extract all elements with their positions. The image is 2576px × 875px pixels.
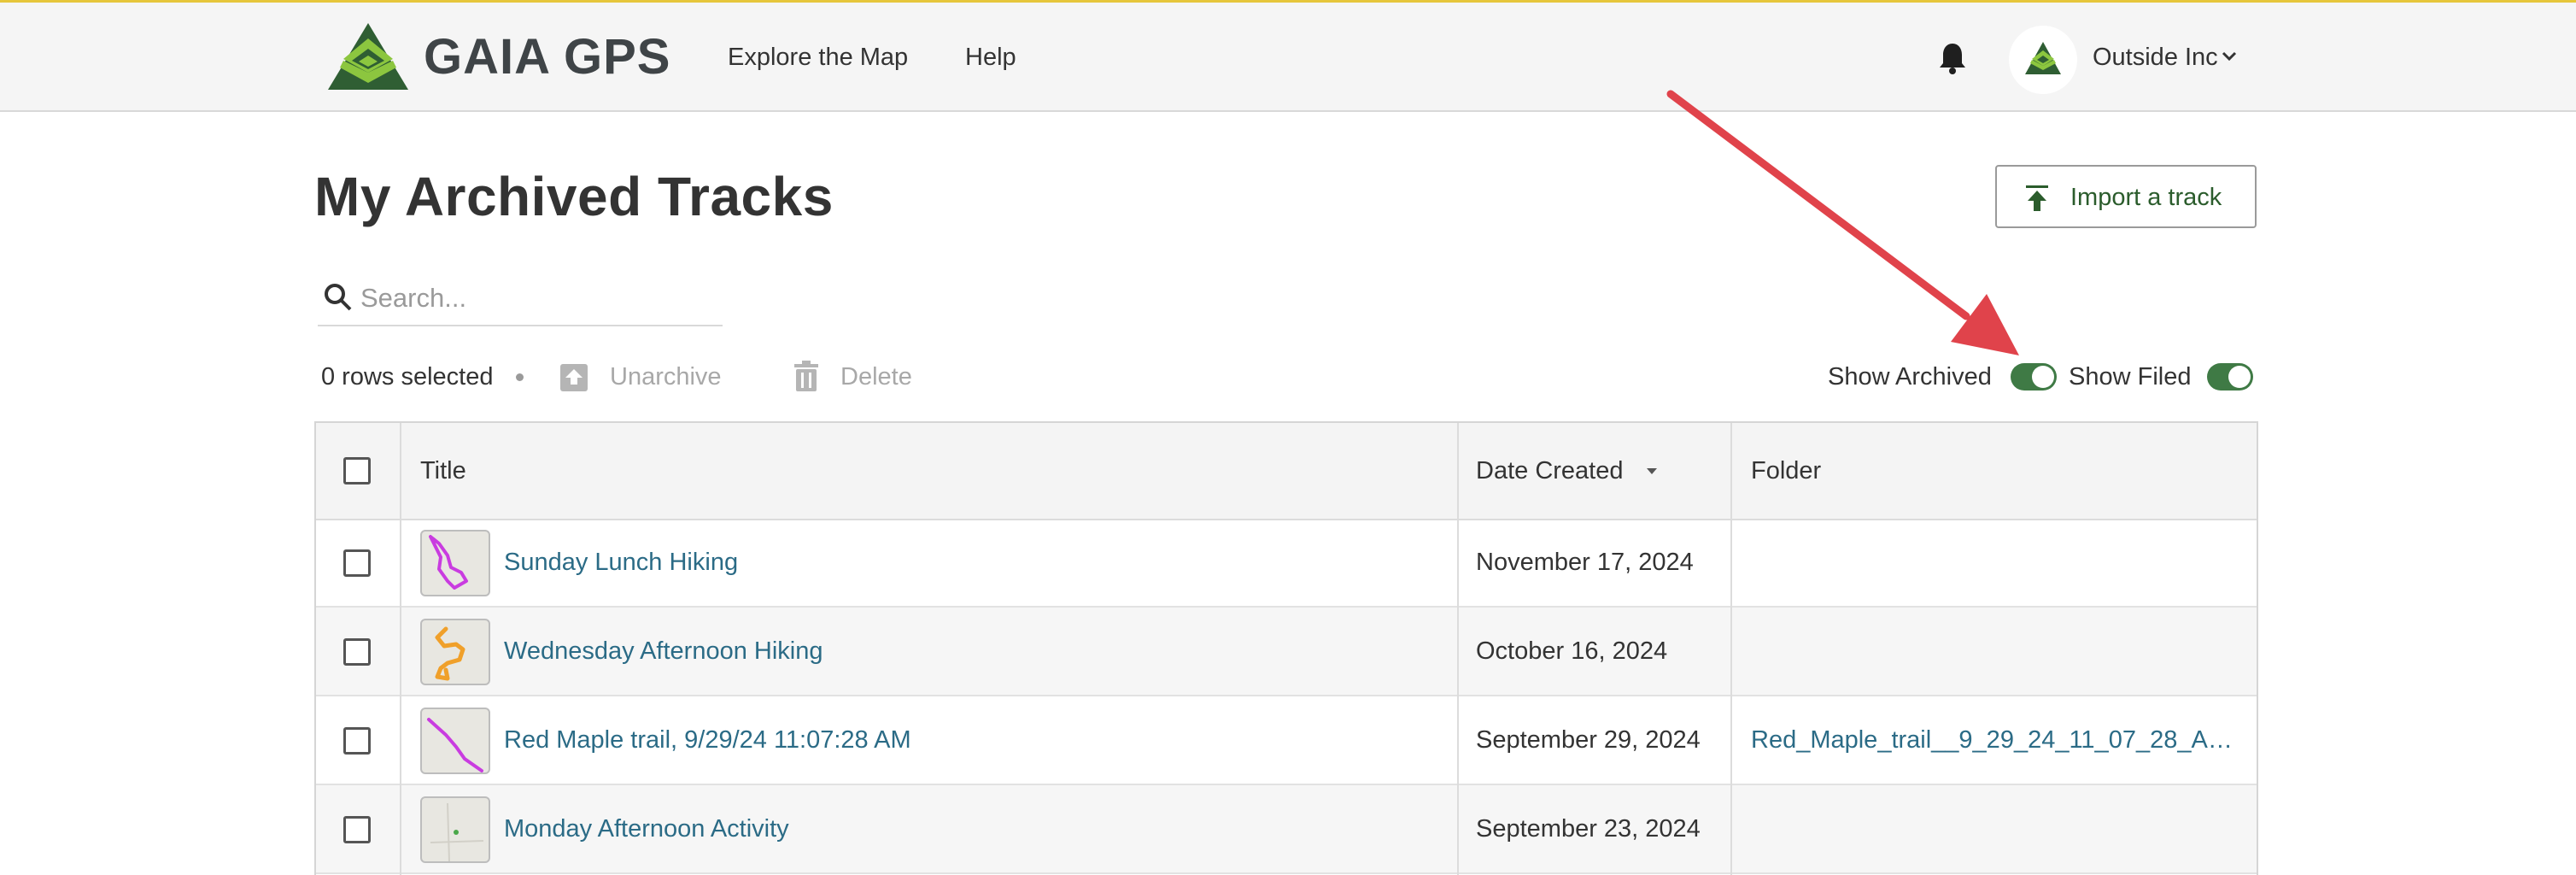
column-header-folder[interactable]: Folder	[1751, 423, 1821, 519]
separator-dot	[516, 373, 524, 381]
show-filed-toggle[interactable]	[2207, 363, 2253, 391]
row-checkbox[interactable]	[343, 638, 371, 666]
track-map-icon	[430, 802, 484, 861]
track-folder-link[interactable]	[1751, 633, 2239, 669]
row-checkbox[interactable]	[343, 549, 371, 577]
gaia-logo-icon[interactable]	[326, 21, 410, 91]
track-thumbnail[interactable]	[420, 708, 490, 774]
track-thumbnail[interactable]	[420, 530, 490, 596]
track-date: September 23, 2024	[1476, 815, 1701, 843]
import-track-button[interactable]: Import a track	[1995, 165, 2257, 228]
search-input[interactable]	[360, 279, 719, 318]
tracks-table: Title Date Created Folder Sunday Lunch H…	[314, 421, 2258, 875]
toggle-knob	[2228, 366, 2251, 388]
import-track-label: Import a track	[2070, 184, 2222, 211]
row-checkbox[interactable]	[343, 727, 371, 755]
rows-selected-count: 0 rows selected	[321, 363, 494, 391]
track-date: September 29, 2024	[1476, 726, 1701, 754]
table-row[interactable]: Wednesday Afternoon Hiking October 16, 2…	[316, 608, 2257, 696]
track-date: November 17, 2024	[1476, 549, 1694, 576]
track-thumbnail[interactable]	[420, 619, 490, 685]
track-title-link[interactable]: Wednesday Afternoon Hiking	[504, 633, 823, 669]
table-row[interactable]: Red Maple trail, 9/29/24 11:07:28 AM Sep…	[316, 696, 2257, 785]
track-folder-link[interactable]	[1751, 544, 2239, 580]
sort-down-icon[interactable]	[1645, 467, 1659, 476]
bell-icon[interactable]	[1937, 41, 1968, 75]
table-header: Title Date Created Folder	[316, 423, 2257, 520]
column-divider	[1730, 423, 1732, 875]
gaia-avatar-icon	[2025, 42, 2061, 74]
top-header: GAIA GPS Explore the Map Help Outside In…	[0, 3, 2576, 112]
delete-button[interactable]: Delete	[840, 360, 912, 394]
search-icon	[325, 284, 352, 311]
select-all-checkbox[interactable]	[343, 457, 371, 484]
search-box	[318, 272, 723, 326]
column-header-date[interactable]: Date Created	[1476, 423, 1624, 519]
user-menu-name[interactable]: Outside Inc	[2093, 40, 2218, 74]
row-checkbox[interactable]	[343, 816, 371, 843]
track-map-icon	[427, 718, 483, 772]
track-folder-link[interactable]: Red_Maple_trail__9_29_24_11_07_28_AM_g..…	[1751, 722, 2239, 758]
unarchive-button[interactable]: Unarchive	[610, 360, 722, 394]
track-thumbnail[interactable]	[420, 796, 490, 863]
avatar[interactable]	[2009, 26, 2077, 94]
column-header-title[interactable]: Title	[420, 423, 466, 519]
column-divider	[400, 423, 401, 875]
track-title-link[interactable]: Red Maple trail, 9/29/24 11:07:28 AM	[504, 722, 911, 758]
show-filed-label: Show Filed	[2069, 363, 2192, 391]
table-row[interactable]: Monday Afternoon Activity September 23, …	[316, 785, 2257, 874]
nav-help[interactable]: Help	[965, 40, 1016, 74]
track-title-link[interactable]: Sunday Lunch Hiking	[504, 544, 738, 580]
brand-name[interactable]: GAIA GPS	[424, 25, 670, 90]
page-title: My Archived Tracks	[314, 166, 834, 227]
nav-explore-map[interactable]: Explore the Map	[728, 40, 908, 74]
trash-icon[interactable]	[791, 359, 822, 393]
show-archived-label: Show Archived	[1828, 363, 1992, 391]
track-title-link[interactable]: Monday Afternoon Activity	[504, 811, 789, 847]
chevron-down-icon[interactable]	[2221, 50, 2238, 62]
track-map-icon	[435, 626, 465, 681]
table-row[interactable]: Sunday Lunch Hiking November 17, 2024	[316, 519, 2257, 608]
unarchive-icon[interactable]	[559, 359, 589, 393]
track-map-icon	[429, 535, 468, 590]
upload-icon	[2026, 185, 2048, 211]
show-archived-toggle[interactable]	[2011, 363, 2057, 391]
toggle-knob	[2032, 366, 2054, 388]
track-date: October 16, 2024	[1476, 637, 1668, 665]
column-divider	[1457, 423, 1459, 875]
track-folder-link[interactable]	[1751, 811, 2239, 847]
